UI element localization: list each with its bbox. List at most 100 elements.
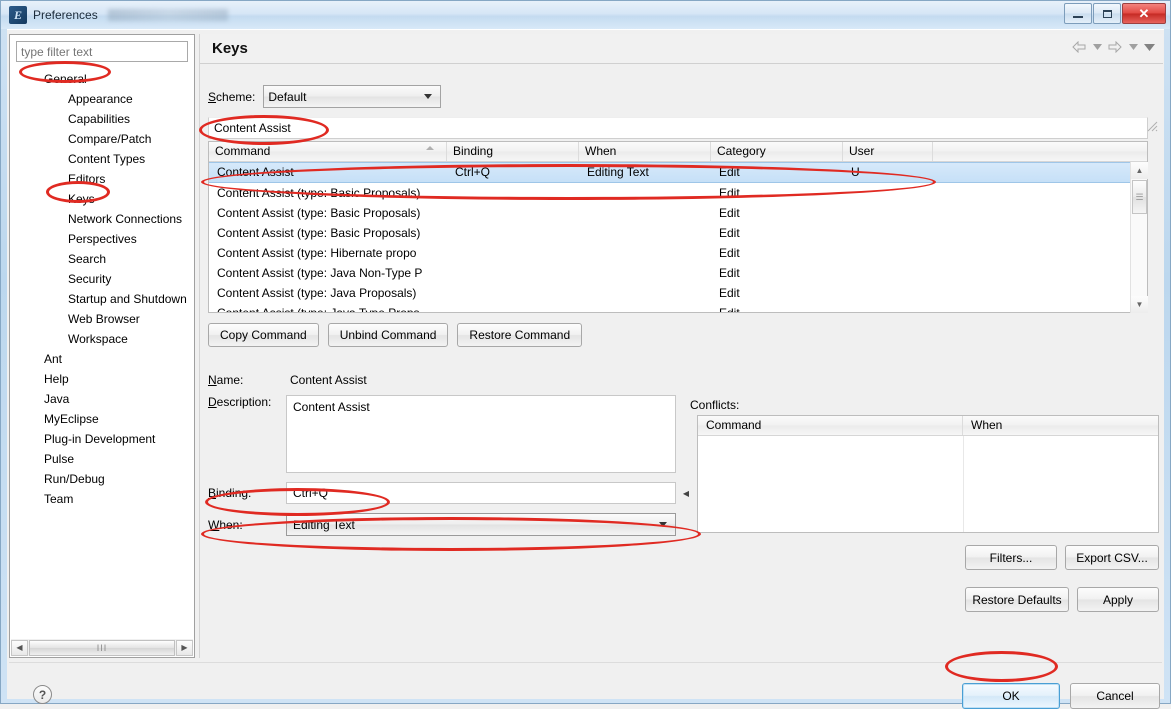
scheme-combo[interactable]: Default bbox=[263, 85, 442, 108]
sidebar-item-label: General bbox=[44, 72, 87, 86]
table-row[interactable]: Content Assist (type: Basic Proposals) Ed… bbox=[209, 203, 1147, 223]
close-button[interactable]: ✕ bbox=[1122, 3, 1166, 24]
sidebar-item-search[interactable]: Search bbox=[10, 249, 194, 269]
cell-command: Content Assist bbox=[217, 165, 294, 179]
binding-previous-arrow-icon[interactable]: ◀ bbox=[679, 482, 693, 504]
sidebar-item-label: Perspectives bbox=[68, 232, 137, 246]
description-row: Description: bbox=[208, 395, 676, 473]
forward-menu-chevron-down-icon[interactable] bbox=[1127, 38, 1139, 56]
vscroll-thumb[interactable]: ☰ bbox=[1132, 180, 1147, 214]
sidebar-item-help[interactable]: Help bbox=[10, 369, 194, 389]
table-row[interactable]: Content Assist (type: Basic Proposals) Ed… bbox=[209, 223, 1147, 243]
sidebar-item-content-types[interactable]: Content Types bbox=[10, 149, 194, 169]
key-bindings-table[interactable]: Command Binding When Category User Conte… bbox=[208, 141, 1148, 313]
sidebar-item-plug-in-development[interactable]: Plug-in Development bbox=[10, 429, 194, 449]
maximize-button[interactable] bbox=[1093, 3, 1121, 24]
sidebar-item-general[interactable]: General bbox=[10, 69, 194, 89]
page-nav-toolbar bbox=[1071, 38, 1155, 56]
sidebar-item-perspectives[interactable]: Perspectives bbox=[10, 229, 194, 249]
binding-input[interactable] bbox=[286, 482, 676, 504]
sidebar-item-web-browser[interactable]: Web Browser bbox=[10, 309, 194, 329]
ok-button[interactable]: OK bbox=[962, 683, 1060, 709]
scroll-down-arrow-icon[interactable]: ▼ bbox=[1131, 296, 1148, 313]
tree-horizontal-scrollbar[interactable]: ◀ III ▶ bbox=[11, 639, 193, 656]
window-title: Preferences bbox=[33, 8, 98, 22]
table-row[interactable]: Content Assist Ctrl+Q Editing Text Edit U bbox=[209, 162, 1147, 183]
keys-search-input[interactable] bbox=[208, 117, 1148, 139]
close-icon: ✕ bbox=[1138, 5, 1150, 21]
hscroll-thumb[interactable]: III bbox=[29, 639, 175, 656]
copy-command-button[interactable]: Copy Command bbox=[208, 323, 319, 347]
table-row[interactable]: Content Assist (type: Hibernate propo Edi… bbox=[209, 243, 1147, 263]
back-arrow-icon[interactable] bbox=[1071, 38, 1087, 56]
conflicts-label: Conflicts: bbox=[690, 398, 740, 412]
sidebar-item-team[interactable]: Team bbox=[10, 489, 194, 509]
cell-category: Edit bbox=[711, 304, 843, 313]
sidebar-item-appearance[interactable]: Appearance bbox=[10, 89, 194, 109]
sidebar-item-run-debug[interactable]: Run/Debug bbox=[10, 469, 194, 489]
sidebar-item-security[interactable]: Security bbox=[10, 269, 194, 289]
sidebar-item-keys[interactable]: Keys bbox=[10, 189, 194, 209]
tree-filter-input[interactable] bbox=[16, 41, 188, 62]
restore-command-button[interactable]: Restore Command bbox=[457, 323, 583, 347]
cell-command: Content Assist (type: Basic Proposals) bbox=[217, 205, 421, 220]
conflicts-table[interactable]: Command When bbox=[697, 415, 1159, 533]
sidebar-item-startup-and-shutdown[interactable]: Startup and Shutdown bbox=[10, 289, 194, 309]
restore-defaults-button[interactable]: Restore Defaults bbox=[965, 587, 1069, 612]
scroll-up-arrow-icon[interactable]: ▲ bbox=[1131, 162, 1148, 179]
when-combo[interactable]: Editing Text bbox=[286, 513, 676, 536]
apply-button[interactable]: Apply bbox=[1077, 587, 1159, 612]
scroll-right-arrow-icon[interactable]: ▶ bbox=[176, 639, 193, 656]
cancel-button[interactable]: Cancel bbox=[1070, 683, 1160, 709]
window-controls: ✕ bbox=[1063, 3, 1166, 24]
sidebar-item-ant[interactable]: Ant bbox=[10, 349, 194, 369]
cell-command: Content Assist (type: Java Non-Type P bbox=[217, 265, 423, 280]
help-icon[interactable]: ? bbox=[33, 685, 52, 704]
cell-command: Content Assist (type: Java Proposals) bbox=[217, 285, 417, 300]
sidebar-item-pulse[interactable]: Pulse bbox=[10, 449, 194, 469]
export-csv-button[interactable]: Export CSV... bbox=[1065, 545, 1159, 570]
scheme-value: Default bbox=[268, 89, 307, 104]
sidebar-item-java[interactable]: Java bbox=[10, 389, 194, 409]
page-header: Keys bbox=[200, 34, 1163, 64]
table-row[interactable]: Content Assist (type: Java Type Props Edi… bbox=[209, 303, 1147, 313]
preferences-tree-panel: General Appearance Capabilities Compare/Pat… bbox=[9, 34, 195, 658]
table-vertical-scrollbar[interactable]: ▲ ☰ ▼ bbox=[1130, 162, 1148, 313]
sidebar-item-workspace[interactable]: Workspace bbox=[10, 329, 194, 349]
sidebar-item-label: Capabilities bbox=[68, 112, 131, 126]
sidebar-item-compare-patch[interactable]: Compare/Patch bbox=[10, 129, 194, 149]
unbind-command-button[interactable]: Unbind Command bbox=[327, 323, 449, 347]
back-menu-chevron-down-icon[interactable] bbox=[1091, 38, 1103, 56]
filters-label: Filters... bbox=[989, 550, 1033, 565]
view-menu-chevron-down-icon[interactable] bbox=[1143, 38, 1155, 56]
cell-category: Edit bbox=[719, 165, 740, 179]
cancel-label: Cancel bbox=[1096, 689, 1134, 703]
sidebar-item-myeclipse[interactable]: MyEclipse bbox=[10, 409, 194, 429]
sidebar-item-network-connections[interactable]: Network Connections bbox=[10, 209, 194, 229]
minimize-button[interactable] bbox=[1064, 3, 1092, 24]
cell-category: Edit bbox=[719, 205, 740, 220]
scroll-left-arrow-icon[interactable]: ◀ bbox=[11, 639, 28, 656]
table-row[interactable]: Content Assist (type: Java Proposals) Edi… bbox=[209, 283, 1147, 303]
sidebar-item-editors[interactable]: Editors bbox=[10, 169, 194, 189]
column-header-when[interactable]: When bbox=[579, 142, 711, 161]
export-csv-label: Export CSV... bbox=[1076, 550, 1148, 565]
sidebar-item-label: Ant bbox=[44, 352, 63, 366]
description-textarea[interactable] bbox=[286, 395, 676, 473]
sidebar-item-capabilities[interactable]: Capabilities bbox=[10, 109, 194, 129]
unbind-command-label: Unbind Command bbox=[339, 328, 437, 342]
forward-arrow-icon[interactable] bbox=[1107, 38, 1123, 56]
column-header-category[interactable]: Category bbox=[711, 142, 843, 161]
column-header-binding[interactable]: Binding bbox=[447, 142, 579, 161]
table-row[interactable]: Content Assist (type: Java Non-Type P Edi… bbox=[209, 263, 1147, 283]
binding-row: Binding: ◀ bbox=[208, 482, 693, 504]
column-header-user[interactable]: User bbox=[843, 142, 933, 161]
cell-category: Edit bbox=[719, 245, 740, 260]
binding-label: Binding: bbox=[208, 486, 252, 500]
filters-button[interactable]: Filters... bbox=[965, 545, 1057, 570]
restore-defaults-label: Restore Defaults bbox=[972, 592, 1062, 607]
cell-when: Editing Text bbox=[587, 165, 649, 179]
column-header-command[interactable]: Command bbox=[209, 142, 447, 161]
table-row[interactable]: Content Assist (type: Basic Proposals) Ed… bbox=[209, 183, 1147, 203]
copy-command-label: Copy Command bbox=[220, 328, 307, 342]
